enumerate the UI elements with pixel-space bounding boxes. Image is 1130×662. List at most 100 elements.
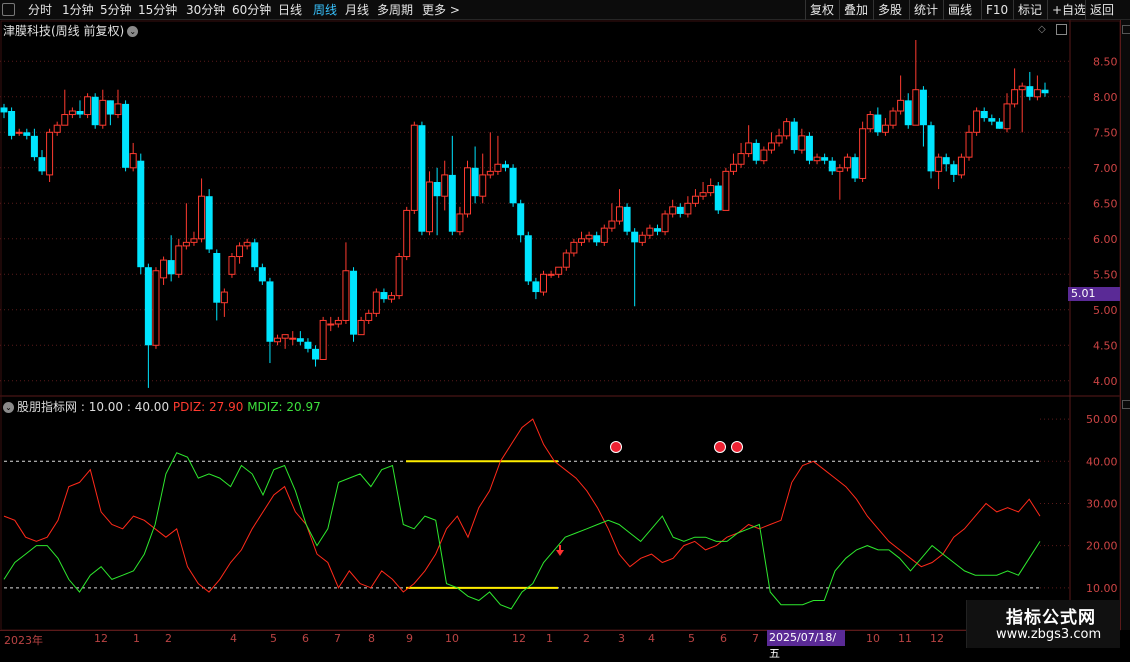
candle-body: [144, 267, 152, 346]
date-tick: 10: [445, 632, 459, 645]
candle-body: [836, 167, 844, 172]
candle-body: [464, 167, 472, 215]
date-tick: 12: [94, 632, 108, 645]
candle-body: [137, 160, 145, 268]
candle-body: [1041, 89, 1049, 94]
chart-canvas: 8.50 8.00 7.50 7.00 6.50 6.00 5.50 5.00 4.50 4.00…: [0, 20, 1121, 631]
candle-body: [342, 270, 350, 321]
candle-body: [623, 206, 631, 232]
price-tick: 7.50: [1093, 126, 1118, 139]
candle-body: [68, 110, 76, 116]
candle-body: [312, 348, 320, 360]
mdiz-line: [3, 452, 1041, 610]
candle-body: [828, 160, 836, 172]
candle-body: [433, 182, 441, 197]
candle-body: [821, 157, 829, 161]
candle-body: [46, 131, 54, 176]
candle-body: [289, 337, 297, 340]
candle-body: [585, 234, 593, 240]
candle-body: [1033, 89, 1041, 98]
candle-body: [737, 153, 745, 165]
candle-body: [684, 202, 692, 215]
candle-body: [942, 157, 950, 165]
date-tick: 11: [898, 632, 912, 645]
price-tick: 4.00: [1093, 375, 1118, 388]
candle-body: [866, 114, 874, 130]
date-tick: 4: [230, 632, 237, 645]
price-tick: 6.00: [1093, 233, 1118, 246]
candle-body: [418, 125, 426, 232]
candle-body: [745, 142, 753, 155]
candle-body: [547, 273, 555, 276]
candle-body: [479, 174, 487, 197]
date-tick: 1: [133, 632, 140, 645]
candle-body: [653, 228, 661, 232]
side-icon[interactable]: [1122, 400, 1130, 409]
candle-body: [426, 181, 434, 233]
candle-body: [441, 174, 449, 197]
date-tick: 5: [270, 632, 277, 645]
pdiz-label: PDIZ: 27.90: [172, 400, 244, 414]
candle-body: [327, 323, 335, 326]
candle-body: [251, 242, 259, 268]
signal-icon: [714, 441, 726, 453]
candle-body: [851, 157, 859, 179]
candle-body: [798, 135, 806, 151]
candle-body: [122, 103, 130, 168]
candle-body: [919, 89, 927, 126]
watermark-title: 指标公式网: [1006, 608, 1096, 628]
candle-body: [631, 231, 639, 243]
date-tick: 7: [334, 632, 341, 645]
candle-body: [486, 170, 494, 176]
candle-body: [676, 206, 684, 214]
candle-body: [881, 124, 889, 133]
candle-body: [767, 142, 775, 151]
side-strip[interactable]: [1120, 20, 1130, 630]
date-tick: 8: [368, 632, 375, 645]
candle-body: [897, 99, 905, 112]
candle-body: [904, 100, 912, 126]
candle-body: [274, 337, 282, 343]
indicator-tick: 10.00: [1086, 582, 1118, 595]
candle-body: [509, 167, 517, 204]
candle-body: [319, 319, 327, 361]
candle-body: [539, 273, 547, 293]
candle-body: [927, 125, 935, 172]
candle-body: [350, 270, 358, 335]
indicator-dropdown-icon[interactable]: ⌄: [3, 402, 14, 413]
candle-body: [661, 213, 669, 233]
candle-body: [912, 89, 920, 126]
candle-body: [357, 319, 365, 336]
candle-body: [843, 156, 851, 169]
candle-body: [729, 163, 737, 172]
candle-body: [524, 235, 532, 282]
date-tick: 1: [546, 632, 553, 645]
date-axis: 2023年 12 1 2 4 5 6 7 8 9 10 12 1 2 3 4 5 6 7 10 11 12: [0, 630, 1120, 650]
candle-body: [813, 156, 821, 162]
candle-body: [99, 99, 107, 126]
candle-body: [638, 234, 646, 243]
side-icon[interactable]: [1122, 25, 1130, 34]
candle-body: [783, 121, 791, 137]
candle-body: [228, 256, 236, 275]
candle-body: [220, 291, 228, 304]
price-tick: 8.50: [1093, 55, 1118, 68]
price-tick: 6.50: [1093, 197, 1118, 210]
candle-body: [646, 227, 654, 236]
indicator-params: : 10.00 : 40.00: [80, 400, 170, 414]
candle-body: [707, 185, 715, 194]
candle-body: [980, 111, 988, 119]
date-tick: 2: [583, 632, 590, 645]
price-tick: 8.00: [1093, 91, 1118, 104]
candle-body: [76, 111, 84, 115]
candle-body: [61, 114, 69, 126]
date-tick: 7: [752, 632, 759, 645]
candle-body: [388, 295, 396, 300]
candle-body: [403, 209, 411, 258]
candle-body: [236, 245, 244, 258]
price-tick: 5.50: [1093, 268, 1118, 281]
candle-body: [365, 312, 373, 321]
date-tick: 10: [866, 632, 880, 645]
candle-body: [129, 153, 137, 169]
indicator-tick: 50.00: [1086, 413, 1118, 426]
